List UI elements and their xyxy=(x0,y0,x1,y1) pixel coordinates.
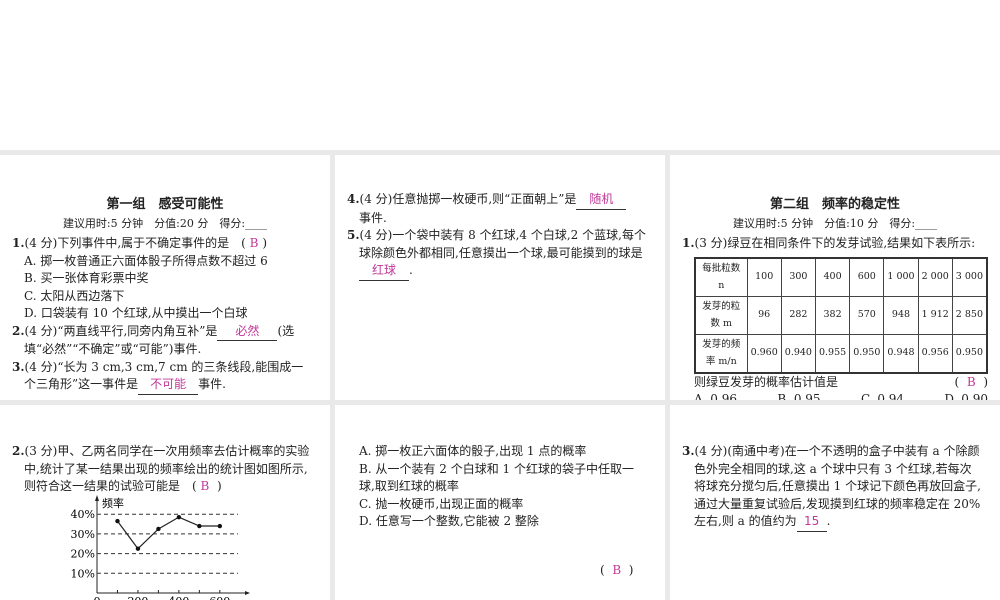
table-cell: 2 000 xyxy=(917,257,953,297)
series-line xyxy=(116,516,220,550)
x-tick-label: 400 xyxy=(168,595,189,600)
answer-blank: 必然 xyxy=(217,323,278,341)
y-tick-label: 40% xyxy=(71,508,95,521)
question-4: 4.(4 分)任意抛掷一枚硬币,则“正面朝上”是 随机 事件. xyxy=(335,191,665,227)
y-axis-arrow xyxy=(95,495,99,501)
top-blank-area xyxy=(0,0,1000,150)
table-cell: 1 912 xyxy=(917,295,953,335)
data-point xyxy=(176,514,182,520)
table-cell: 570 xyxy=(849,295,885,335)
question-2-options: A. 掷一枚正六面体的骰子,出现 1 点的概率 B. 从一个装有 2 个白球和 … xyxy=(335,443,665,531)
row-header: 发芽的频率 m/n xyxy=(694,333,748,373)
option-b: B. 买一张体育彩票中奖 xyxy=(24,271,149,285)
table-cell: 0.950 xyxy=(849,333,885,373)
answer-blank: 15 xyxy=(796,513,827,532)
option-c: C. 抛一枚硬币,出现正面的概率 xyxy=(359,496,524,511)
data-point xyxy=(156,526,161,532)
table-cell: 948 xyxy=(883,295,919,335)
panel-q3: 3.(4 分)(南通中考)在一个不透明的盒子中装有 a 个除颜色外完全相同的球,… xyxy=(670,405,1000,600)
x-tick-label: 0 xyxy=(94,595,101,600)
answer-blank: 随机 xyxy=(576,191,627,210)
option-a: A. 掷一枚正六面体的骰子,出现 1 点的概率 xyxy=(359,444,587,458)
option-b: B. 0.95 xyxy=(777,392,821,400)
data-point xyxy=(217,523,223,529)
question-3: 3.(4 分)(南通中考)在一个不透明的盒子中装有 a 个除颜色外完全相同的球,… xyxy=(670,443,1000,532)
frequency-line-chart: 频率 10% 20% 30% 40% 0 200 400 600 xyxy=(71,495,250,600)
table-cell: 382 xyxy=(814,295,851,335)
panel-group1-cont: 4.(4 分)任意抛掷一枚硬币,则“正面朝上”是 随机 事件. 5.(4 分)一个袋… xyxy=(335,155,665,400)
section-meta: 建议用时:5 分钟 分值:10 分 得分:____ xyxy=(732,217,938,230)
data-point xyxy=(197,523,202,529)
x-tick-label: 200 xyxy=(127,595,148,600)
question-2: 2.(4 分)“两直线平行,同旁内角互补”是 必然 (选填“必然”“不确定”或“可能… xyxy=(12,323,295,357)
section-title: 第二组 频率的稳定性 xyxy=(769,197,900,212)
data-point xyxy=(135,546,141,551)
table-cell: 96 xyxy=(746,295,782,335)
answer-bracket: ( B ) xyxy=(600,563,634,577)
row-header: 发芽的粒数 m xyxy=(694,295,748,335)
table-cell: 0.940 xyxy=(780,333,816,373)
option-c: C. 0.94 xyxy=(860,392,905,400)
table-row: 发芽的粒数 m 96 282 382 570 948 1 912 2 850 xyxy=(694,295,988,335)
table-row: 每批粒数 n 100 300 400 600 1 000 2 000 3 000 xyxy=(694,257,988,297)
panel-q2-options: A. 掷一枚正六面体的骰子,出现 1 点的概率 B. 从一个装有 2 个白球和 … xyxy=(335,405,665,600)
germination-table: 每批粒数 n 100 300 400 600 1 000 2 000 3 000 发芽的粒数 m… xyxy=(694,256,988,374)
data-point xyxy=(115,518,120,524)
option-b: B. 从一个装有 2 个白球和 1 个红球的袋子中任取一球,取到红球的概率 xyxy=(359,461,634,494)
table-cell: 0.956 xyxy=(917,333,953,373)
option-d: D. 0.90 xyxy=(944,392,988,400)
answer-blank: 红球 xyxy=(359,262,409,281)
question-1: 1.(4 分)下列事件中,属于不确定事件的是 ( B ) A. 掷一枚普通正六面… xyxy=(0,235,330,323)
question-3: 3.(4 分)“长为 3 cm,3 cm,7 cm 的三条线段,能围成一个三角形… xyxy=(0,359,330,395)
option-d: D. 口袋装有 10 个红球,从中摸出一个白球 xyxy=(24,306,248,320)
y-axis-label: 频率 xyxy=(102,496,124,510)
row-header: 每批粒数 n xyxy=(694,257,748,297)
table-cell: 100 xyxy=(746,257,782,297)
question-1: 1.(3 分)绿豆在相同条件下的发芽试验,结果如下表所示: 每批粒数 n 100 3… xyxy=(670,235,1000,400)
table-cell: 0.955 xyxy=(814,333,851,373)
y-tick-label: 20% xyxy=(71,548,95,561)
x-tick-label: 600 xyxy=(209,595,230,600)
table-cell: 1 000 xyxy=(883,257,919,297)
option-c: C. 太阳从西边落下 xyxy=(24,288,125,303)
table-cell: 0.950 xyxy=(951,333,988,373)
question-5: 5.(4 分)一个袋中装有 8 个红球,4 个白球,2 个蓝球,每个球除颜色外都… xyxy=(335,227,665,281)
table-cell: 600 xyxy=(849,257,885,297)
option-d: D. 任意写一个整数,它能被 2 整除 xyxy=(359,514,539,528)
table-row: 发芽的频率 m/n 0.960 0.940 0.955 0.950 0.948 0.956 0… xyxy=(694,333,988,373)
option-a: A. 0.96 xyxy=(694,392,738,400)
y-tick-label: 30% xyxy=(71,528,95,541)
table-cell: 282 xyxy=(780,295,816,335)
section-meta: 建议用时:5 分钟 分值:20 分 得分:____ xyxy=(62,217,268,230)
y-tick-label: 10% xyxy=(71,567,95,580)
table-cell: 3 000 xyxy=(951,257,988,297)
table-cell: 400 xyxy=(814,257,851,297)
table-cell: 2 850 xyxy=(951,295,988,335)
panel-q2: 2.(3 分)甲、乙两名同学在一次用频率去估计概率的实验中,统计了某一结果出现的… xyxy=(0,405,330,600)
option-a: A. 掷一枚普通正六面体骰子所得点数不超过 6 xyxy=(24,253,268,268)
panel-group2: 第二组 频率的稳定性 建议用时:5 分钟 分值:10 分 得分:____ 1.(… xyxy=(670,155,1000,400)
table-cell: 0.960 xyxy=(746,333,782,373)
answer: B xyxy=(249,236,259,250)
answer: B xyxy=(966,374,976,389)
panel-group1: 第一组 感受可能性 建议用时:5 分钟 分值:20 分 得分:____ 1.(4… xyxy=(0,155,330,400)
table-cell: 300 xyxy=(780,257,816,297)
section-title: 第一组 感受可能性 xyxy=(106,197,224,212)
x-axis-arrow xyxy=(245,591,250,595)
table-cell: 0.948 xyxy=(883,333,919,373)
answer-blank: 不可能 xyxy=(138,376,199,395)
